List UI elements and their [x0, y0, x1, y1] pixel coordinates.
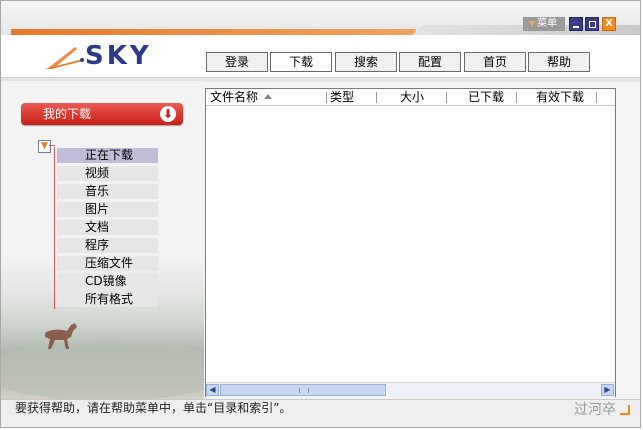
- brand-name: SKY: [85, 41, 152, 71]
- tab-help[interactable]: 帮助: [528, 52, 590, 72]
- minimize-icon: [573, 26, 579, 28]
- category-item-cd-images[interactable]: CD镜像: [57, 274, 158, 289]
- category-item-music[interactable]: 音乐: [57, 184, 158, 199]
- close-button[interactable]: X: [602, 17, 616, 31]
- tab-home[interactable]: 首页: [464, 52, 526, 72]
- maximize-button[interactable]: [585, 17, 599, 31]
- tree-collapse-toggle[interactable]: ▼: [38, 140, 51, 153]
- category-item-video[interactable]: 视频: [57, 166, 158, 181]
- category-item-programs[interactable]: 程序: [57, 238, 158, 253]
- column-separator[interactable]: [516, 92, 517, 103]
- menu-button[interactable]: ▼ 菜单: [523, 17, 565, 31]
- watermark: 过河卒: [574, 402, 616, 418]
- resize-grip-icon[interactable]: [620, 405, 630, 415]
- sidebar-hill-decoration: [1, 341, 204, 399]
- header-accent-line: [11, 29, 416, 35]
- tab-settings[interactable]: 配置: [399, 52, 461, 72]
- tab-download[interactable]: 下载: [270, 52, 332, 72]
- column-header-filename[interactable]: 文件名称: [210, 89, 325, 105]
- column-separator[interactable]: [596, 92, 597, 103]
- column-separator[interactable]: [446, 92, 447, 103]
- category-item-all-formats[interactable]: 所有格式: [57, 292, 158, 307]
- tree-line: [54, 147, 55, 309]
- close-icon: X: [605, 18, 613, 29]
- horse-icon: [45, 323, 77, 349]
- nav-tabs: 登录 下载 搜索 配置 首页 帮助: [206, 52, 592, 72]
- tab-login[interactable]: 登录: [206, 52, 268, 72]
- column-header-type[interactable]: 类型: [330, 89, 375, 105]
- tab-search[interactable]: 搜索: [335, 52, 397, 72]
- column-header-effective-download[interactable]: 有效下载: [536, 89, 591, 105]
- column-header-size[interactable]: 大小: [400, 89, 440, 105]
- column-separator[interactable]: [326, 92, 327, 103]
- menu-label: 菜单: [537, 18, 558, 29]
- column-filename-label: 文件名称: [210, 90, 259, 104]
- my-downloads-button[interactable]: 我的下载 ⬇: [21, 103, 183, 125]
- header: ▼ 菜单 X SKY 登录 下载 搜索 配置 首页 帮助: [1, 1, 640, 82]
- status-text: 要获得帮助，请在帮助菜单中，单击“目录和索引”。: [15, 401, 292, 415]
- sort-ascending-icon: [264, 94, 273, 99]
- tree-connector: [49, 145, 55, 146]
- column-separator[interactable]: [376, 92, 377, 103]
- scroll-right-button[interactable]: ▶: [601, 384, 614, 396]
- category-item-images[interactable]: 图片: [57, 202, 158, 217]
- status-bar: 要获得帮助，请在帮助菜单中，单击“目录和索引”。: [1, 399, 640, 427]
- sky-logo-icon: [45, 47, 84, 69]
- scrollbar-thumb[interactable]: [220, 384, 386, 396]
- category-item-archives[interactable]: 压缩文件: [57, 256, 158, 271]
- app-window: ▼ 菜单 X SKY 登录 下载 搜索 配置 首页 帮助 我的下载 ⬇ ▼ 正在…: [0, 0, 641, 428]
- category-item-downloading[interactable]: 正在下载: [57, 148, 158, 163]
- menu-dropdown-icon: ▼: [529, 19, 536, 28]
- scrollbar-grip-icon: [299, 388, 309, 393]
- my-downloads-label: 我的下载: [43, 107, 92, 121]
- list-header: 文件名称 类型 大小 已下载 有效下载: [206, 89, 615, 106]
- horizontal-scrollbar[interactable]: ◀ ▶: [206, 382, 615, 397]
- maximize-icon: [589, 21, 596, 28]
- column-header-downloaded[interactable]: 已下载: [468, 89, 513, 105]
- minimize-button[interactable]: [569, 17, 583, 31]
- category-item-documents[interactable]: 文档: [57, 220, 158, 235]
- scroll-left-button[interactable]: ◀: [206, 384, 219, 396]
- download-list[interactable]: 文件名称 类型 大小 已下载 有效下载 ◀ ▶: [205, 88, 616, 397]
- download-arrow-icon: ⬇: [160, 106, 176, 122]
